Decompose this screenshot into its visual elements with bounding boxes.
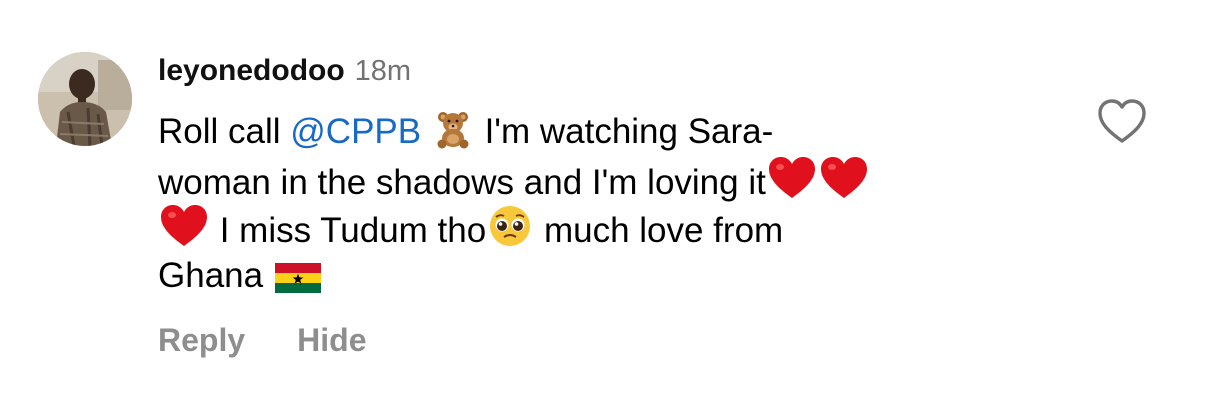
comment-text: Roll call @CPPB I'm watching Sara- woman… <box>158 108 1058 300</box>
hide-button[interactable]: Hide <box>297 322 366 359</box>
username[interactable]: leyonedodoo <box>158 54 345 88</box>
like-button[interactable] <box>1096 98 1148 146</box>
teddy-bear-emoji <box>433 109 473 162</box>
timestamp: 18m <box>354 55 412 87</box>
comment-line-1: Roll call @CPPB I'm watching Sara- <box>158 108 1058 156</box>
text-segment: much love from <box>534 211 784 250</box>
comment-line-2: woman in the shadows and I'm loving it <box>158 156 1058 204</box>
avatar-photo <box>38 52 132 146</box>
text-segment: I miss Tudum tho <box>210 211 487 250</box>
comment-actions: Reply Hide <box>158 322 366 359</box>
text-segment: Ghana <box>158 256 273 295</box>
ghana-flag-emoji <box>274 258 321 306</box>
text-segment: I'm watching Sara- <box>474 112 774 151</box>
pleading-face-emoji <box>488 204 532 261</box>
text-segment: woman in the shadows and I'm loving it <box>158 163 766 202</box>
reply-button[interactable]: Reply <box>158 322 245 359</box>
comment-line-3: I miss Tudum tho much love from <box>158 204 1058 252</box>
red-heart-emoji <box>820 156 868 213</box>
avatar[interactable] <box>38 52 132 146</box>
heart-outline-icon <box>1098 99 1146 143</box>
comment: leyonedodoo 18m Roll call @CPPB I'm watc… <box>0 0 1206 419</box>
comment-line-4: Ghana <box>158 252 1058 300</box>
comment-header: leyonedodoo 18m <box>158 54 411 94</box>
mention-link[interactable]: @CPPB <box>290 112 421 151</box>
text-segment: Roll call <box>158 112 291 151</box>
